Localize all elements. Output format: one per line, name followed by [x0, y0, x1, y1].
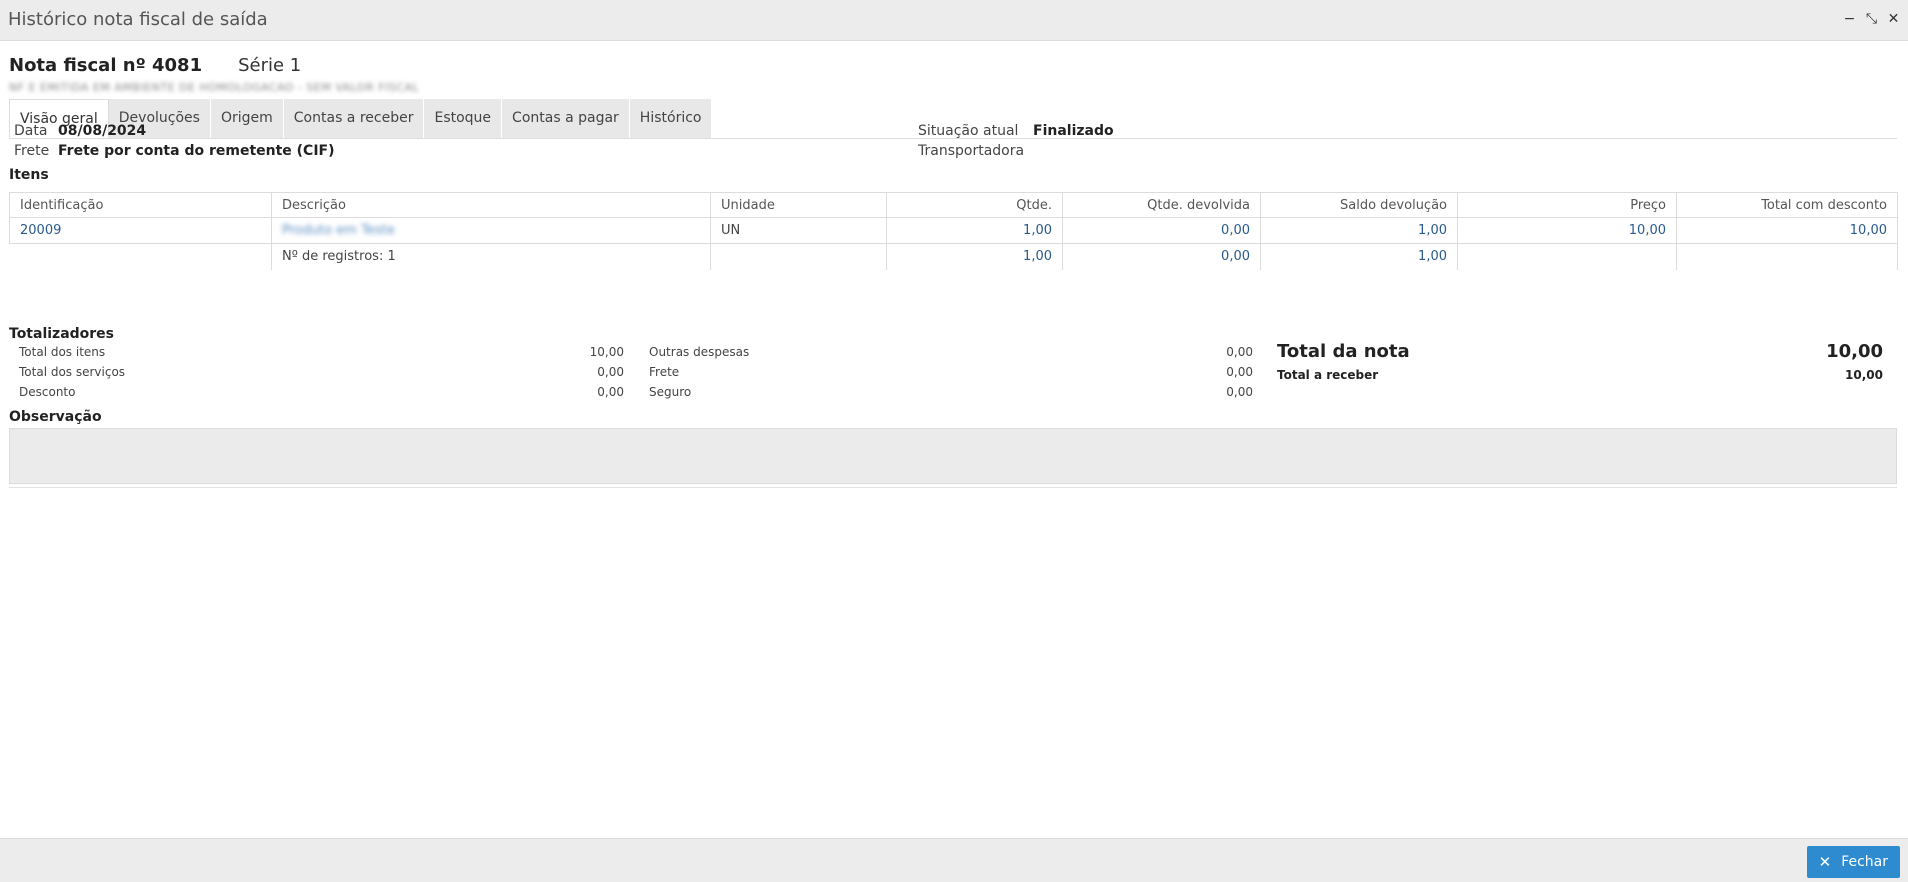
- seguro-value: 0,00: [1226, 385, 1253, 399]
- total-itens-label: Total dos itens: [19, 345, 106, 359]
- data-label: Data: [14, 123, 48, 139]
- transportadora-label: Transportadora: [918, 143, 1025, 159]
- total-receber-row: Total a receber 10,00: [1277, 365, 1883, 385]
- info-data: Data 08/08/2024: [14, 123, 146, 139]
- situacao-label: Situação atual: [918, 123, 1019, 139]
- dialog-footer: ✕ Fechar: [0, 838, 1908, 882]
- total-servicos-label: Total dos serviços: [19, 365, 126, 379]
- dialog-content: Nota fiscal nº 4081 Série 1 NF E EMITIDA…: [0, 41, 1908, 838]
- frete-value: Frete por conta do remetente (CIF): [58, 143, 335, 159]
- col-identificacao[interactable]: Identificação: [9, 192, 272, 218]
- itens-title: Itens: [9, 167, 49, 183]
- window-controls: − ⤡ ✕: [1843, 12, 1900, 27]
- items-table: Identificação Descrição Unidade Qtde. Qt…: [9, 192, 1898, 270]
- tab-contas-a-receber[interactable]: Contas a receber: [283, 99, 425, 138]
- col-unidade[interactable]: Unidade: [710, 192, 887, 218]
- info-frete: Frete Frete por conta do remetente (CIF): [14, 143, 335, 159]
- fechar-label: Fechar: [1841, 854, 1888, 870]
- col-total-desconto[interactable]: Total com desconto: [1676, 192, 1898, 218]
- total-nota-label: Total da nota: [1277, 341, 1410, 362]
- seguro-row: Seguro 0,00: [649, 382, 1253, 402]
- descricao-redacted: Produto em Teste: [282, 223, 395, 238]
- footer-unidade-empty: [710, 243, 887, 270]
- col-preco[interactable]: Preço: [1457, 192, 1677, 218]
- data-value: 08/08/2024: [58, 123, 147, 139]
- cell-descricao: Produto em Teste: [271, 217, 711, 244]
- footer-total-empty: [1676, 243, 1898, 270]
- observacao-title: Observação: [9, 409, 102, 425]
- footer-qtde: 1,00: [886, 243, 1063, 270]
- frete-total-value: 0,00: [1226, 365, 1253, 379]
- nf-subtitle-redacted: NF E EMITIDA EM AMBIENTE DE HOMOLOGACAO …: [9, 81, 420, 94]
- total-itens-value: 10,00: [589, 345, 624, 359]
- total-receber-label: Total a receber: [1277, 368, 1379, 382]
- outras-despesas-row: Outras despesas 0,00: [649, 342, 1253, 362]
- col-qtde[interactable]: Qtde.: [886, 192, 1063, 218]
- cell-unidade: UN: [710, 217, 887, 244]
- tab-historico[interactable]: Histórico: [629, 99, 713, 138]
- info-situacao: Situação atual Finalizado: [918, 123, 1114, 139]
- desconto-value: 0,00: [597, 385, 624, 399]
- cell-qtde: 1,00: [886, 217, 1063, 244]
- total-itens-row: Total dos itens 10,00: [19, 342, 624, 362]
- window-title: Histórico nota fiscal de saída: [8, 9, 268, 30]
- outras-despesas-value: 0,00: [1226, 345, 1253, 359]
- total-servicos-row: Total dos serviços 0,00: [19, 362, 624, 382]
- totals-col-2: Outras despesas 0,00 Frete 0,00 Seguro 0…: [649, 342, 1253, 402]
- desconto-row: Desconto 0,00: [19, 382, 624, 402]
- table-footer-row: Nº de registros: 1 1,00 0,00 1,00: [9, 243, 1898, 270]
- cell-saldo-devolucao: 1,00: [1260, 217, 1458, 244]
- col-descricao[interactable]: Descrição: [271, 192, 711, 218]
- cell-total: 10,00: [1676, 217, 1898, 244]
- table-row[interactable]: 20009 Produto em Teste UN 1,00 0,00 1,00…: [9, 217, 1898, 244]
- situacao-value: Finalizado: [1033, 123, 1114, 139]
- frete-label: Frete: [14, 143, 50, 159]
- restore-icon[interactable]: ⤡: [1865, 12, 1878, 27]
- totals-col-3: Total da nota 10,00 Total a receber 10,0…: [1277, 341, 1883, 385]
- fechar-button[interactable]: ✕ Fechar: [1806, 846, 1900, 878]
- cell-preco: 10,00: [1457, 217, 1677, 244]
- col-saldo-devolucao[interactable]: Saldo devolução: [1260, 192, 1458, 218]
- totals-col-1: Total dos itens 10,00 Total dos serviços…: [19, 342, 624, 402]
- info-transportadora: Transportadora: [918, 143, 1033, 159]
- col-qtde-devolvida[interactable]: Qtde. devolvida: [1062, 192, 1261, 218]
- nf-header: Nota fiscal nº 4081 Série 1: [9, 55, 301, 76]
- footer-saldo-devolucao: 1,00: [1260, 243, 1458, 270]
- frete-total-label: Frete: [649, 365, 680, 379]
- close-window-icon[interactable]: ✕: [1887, 12, 1900, 27]
- total-nota-value: 10,00: [1826, 341, 1883, 362]
- nf-serie: Série 1: [238, 55, 302, 76]
- minimize-icon[interactable]: −: [1843, 12, 1856, 27]
- observacao-divider: [9, 487, 1897, 488]
- tab-estoque[interactable]: Estoque: [424, 99, 503, 138]
- footer-qtde-devolvida: 0,00: [1062, 243, 1261, 270]
- totalizadores-title: Totalizadores: [9, 326, 115, 342]
- total-receber-value: 10,00: [1845, 368, 1883, 382]
- footer-empty: [9, 243, 272, 270]
- total-servicos-value: 0,00: [597, 365, 624, 379]
- footer-registros: Nº de registros: 1: [271, 243, 711, 270]
- tab-contas-a-pagar[interactable]: Contas a pagar: [502, 99, 630, 138]
- cell-identificacao: 20009: [9, 217, 272, 244]
- window-titlebar: Histórico nota fiscal de saída − ⤡ ✕: [0, 0, 1908, 41]
- frete-total-row: Frete 0,00: [649, 362, 1253, 382]
- desconto-label: Desconto: [19, 385, 76, 399]
- seguro-label: Seguro: [649, 385, 692, 399]
- close-icon: ✕: [1818, 853, 1832, 871]
- observacao-box: [9, 428, 1897, 484]
- footer-preco-empty: [1457, 243, 1677, 270]
- cell-qtde-devolvida: 0,00: [1062, 217, 1261, 244]
- nf-number: Nota fiscal nº 4081: [9, 55, 203, 76]
- outras-despesas-label: Outras despesas: [649, 345, 750, 359]
- total-nota-row: Total da nota 10,00: [1277, 341, 1883, 365]
- items-header-row: Identificação Descrição Unidade Qtde. Qt…: [9, 192, 1898, 218]
- tab-origem[interactable]: Origem: [210, 99, 284, 138]
